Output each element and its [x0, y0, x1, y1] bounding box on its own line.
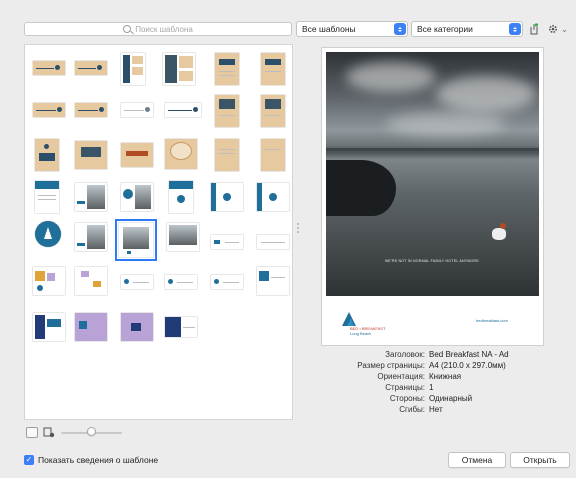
templates-filter-popup[interactable]: Все шаблоны: [296, 21, 408, 37]
small-thumbnails-icon[interactable]: [26, 427, 38, 438]
search-icon: [123, 25, 132, 33]
template-info: Заголовок: Bed Breakfast NA - Ad Размер с…: [322, 349, 562, 416]
preview-footer: BED • BREAKFAST Long Beach bedbreakfast.…: [326, 300, 539, 342]
template-thumbnail[interactable]: [121, 183, 153, 211]
search-placeholder: Поиск шаблона: [135, 24, 193, 34]
categories-filter-value: Все категории: [417, 24, 473, 34]
template-thumbnail[interactable]: [121, 275, 153, 289]
template-thumbnail[interactable]: [121, 143, 153, 167]
template-thumbnail[interactable]: [163, 53, 195, 85]
template-thumbnail[interactable]: [257, 267, 289, 295]
template-gallery[interactable]: [24, 44, 293, 420]
search-field[interactable]: Поиск шаблона: [24, 22, 292, 36]
brand-website: bedbreakfast.com: [476, 318, 508, 323]
template-thumbnail[interactable]: [33, 103, 65, 117]
info-row-sides: Стороны: Одинарный: [389, 394, 473, 404]
large-thumbnails-icon[interactable]: [43, 427, 55, 438]
info-row-folds: Сгибы: Нет: [399, 405, 443, 415]
gear-icon: [548, 24, 557, 34]
checkmark-icon: ✓: [25, 455, 33, 464]
template-thumbnail[interactable]: [75, 267, 107, 295]
template-thumbnail[interactable]: [215, 139, 239, 171]
template-thumbnail[interactable]: [35, 181, 59, 213]
info-row-page-size: Размер страницы: A4 (210.0 x 297.0мм): [357, 361, 506, 371]
template-thumbnail[interactable]: [257, 183, 289, 211]
share-button[interactable]: [526, 21, 542, 37]
template-thumbnail[interactable]: [165, 317, 197, 337]
template-thumbnail[interactable]: [165, 139, 197, 169]
info-row-pages: Страницы: 1: [385, 383, 434, 393]
template-thumbnail[interactable]: [33, 313, 65, 341]
template-chooser-window: Поиск шаблона Все шаблоны Все категории …: [0, 0, 576, 478]
template-thumbnail[interactable]: [215, 53, 239, 85]
info-row-orientation: Ориентация: Книжная: [377, 372, 462, 382]
template-thumbnail[interactable]: [257, 235, 289, 249]
popup-arrows-icon: [394, 23, 406, 35]
template-thumbnail[interactable]: [211, 183, 243, 211]
template-thumbnail[interactable]: [75, 313, 107, 341]
template-thumbnail[interactable]: [35, 139, 59, 171]
chevron-down-icon: ⌄: [560, 23, 569, 34]
template-thumbnail[interactable]: [75, 103, 107, 117]
template-thumbnail[interactable]: [215, 95, 239, 127]
template-thumbnail[interactable]: [165, 103, 201, 117]
template-thumbnail[interactable]: [75, 141, 107, 169]
template-thumbnail[interactable]: [33, 267, 65, 295]
template-thumbnail[interactable]: [121, 53, 145, 85]
template-thumbnail[interactable]: [75, 61, 107, 75]
template-thumbnail[interactable]: [33, 61, 65, 75]
preview-caption: WE'RE NOT IN NORMAL FAMILY HOTEL ANYMORE…: [384, 259, 481, 263]
template-thumbnail[interactable]: [121, 313, 153, 341]
templates-filter-value: Все шаблоны: [302, 24, 356, 34]
template-thumbnail[interactable]: [35, 221, 61, 247]
thumbnail-size-slider-knob[interactable]: [87, 427, 96, 436]
settings-menu-button[interactable]: ⌄: [546, 21, 570, 37]
template-thumbnail[interactable]: [211, 275, 243, 289]
template-thumbnail[interactable]: [261, 95, 285, 127]
template-thumbnail[interactable]: [75, 183, 107, 211]
split-view-handle[interactable]: [297, 223, 300, 237]
open-button[interactable]: Открыть: [510, 452, 570, 468]
template-thumbnail[interactable]: [261, 139, 285, 171]
cancel-button[interactable]: Отмена: [448, 452, 506, 468]
brand-name: BED • BREAKFAST Long Beach: [350, 326, 386, 336]
show-info-label: Показать сведения о шаблоне: [38, 455, 159, 465]
template-thumbnail[interactable]: [75, 223, 107, 251]
template-thumbnail[interactable]: [261, 53, 285, 85]
info-row-title: Заголовок: Bed Breakfast NA - Ad: [385, 350, 509, 359]
template-thumbnail[interactable]: [165, 275, 197, 289]
popup-arrows-icon: [509, 23, 521, 35]
dog-image: [492, 223, 506, 240]
preview-photo: WE'RE NOT IN NORMAL FAMILY HOTEL ANYMORE…: [326, 52, 539, 296]
template-thumbnail-selected[interactable]: [115, 219, 157, 261]
template-thumbnail[interactable]: [211, 235, 243, 249]
categories-filter-popup[interactable]: Все категории: [411, 21, 523, 37]
template-thumbnail[interactable]: [167, 223, 199, 251]
template-thumbnail[interactable]: [169, 181, 193, 213]
show-info-checkbox[interactable]: ✓: [24, 455, 34, 465]
template-preview: WE'RE NOT IN NORMAL FAMILY HOTEL ANYMORE…: [322, 48, 543, 345]
share-icon: [530, 23, 538, 35]
template-thumbnail[interactable]: [121, 103, 153, 117]
